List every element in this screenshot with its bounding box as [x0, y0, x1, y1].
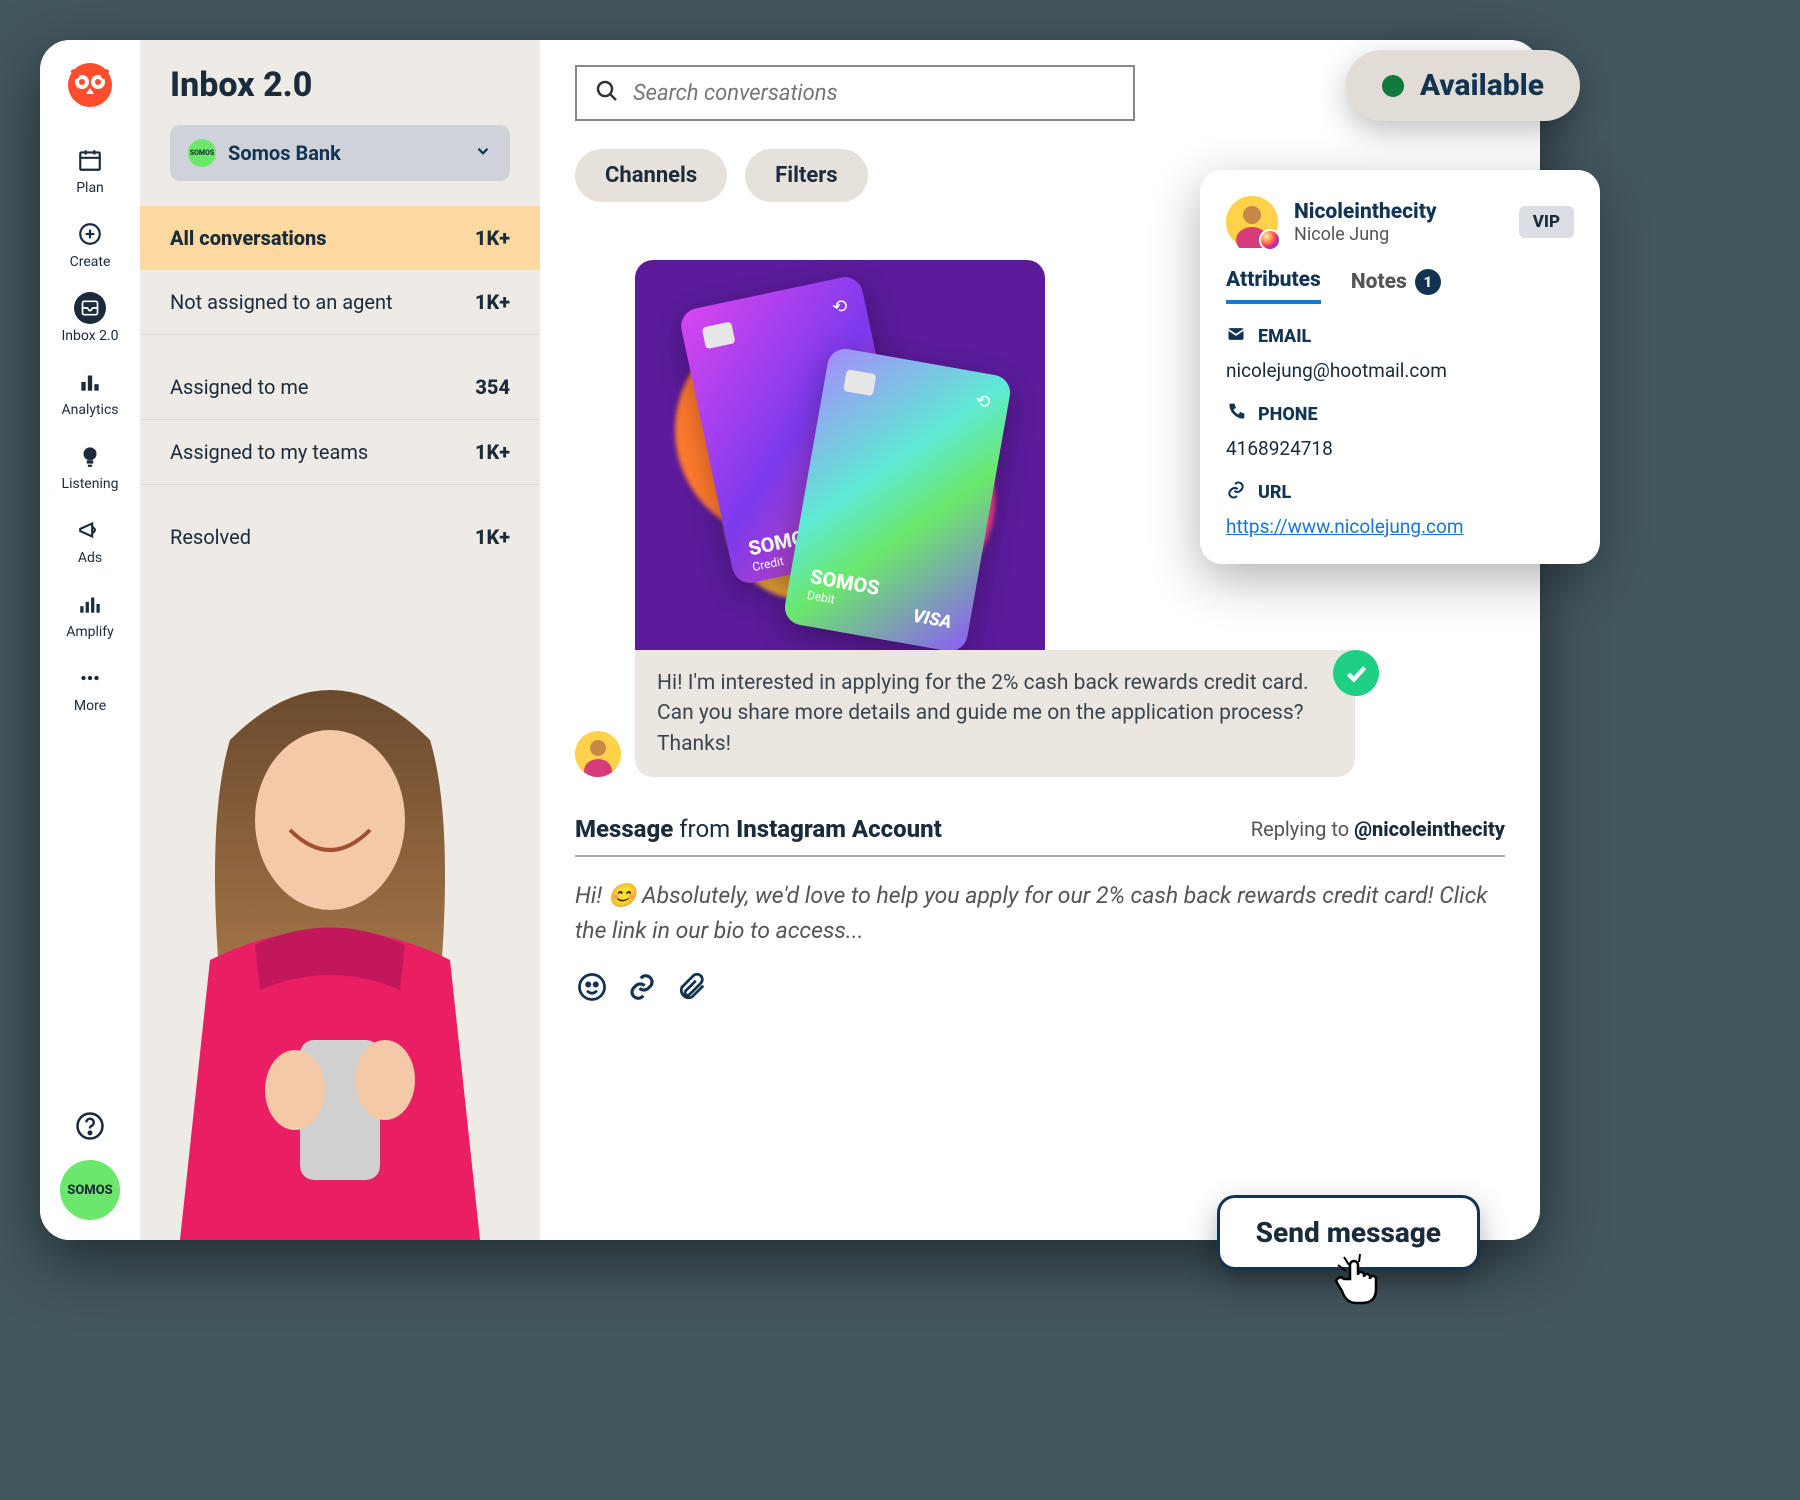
workspace-avatar[interactable]: SOMOS — [60, 1160, 120, 1220]
dots-icon — [74, 662, 106, 694]
channels-pill[interactable]: Channels — [575, 149, 727, 202]
attachment-icon[interactable] — [675, 970, 709, 1004]
app-frame: Plan Create Inbox 2.0 Analytics Listenin… — [40, 40, 1540, 1240]
filters-pill[interactable]: Filters — [745, 149, 867, 202]
inbox-filters: All conversations 1K+ Not assigned to an… — [140, 206, 540, 569]
search-icon — [595, 79, 619, 107]
nav-item-more[interactable]: More — [40, 654, 140, 722]
filter-count: 1K+ — [475, 226, 510, 250]
tab-attributes[interactable]: Attributes — [1226, 268, 1321, 304]
nav-label: Amplify — [66, 624, 114, 640]
reply-draft[interactable]: Hi! 😊 Absolutely, we'd love to help you … — [575, 879, 1505, 948]
link-field-icon — [1226, 480, 1246, 505]
availability-label: Available — [1420, 68, 1544, 103]
tab-notes[interactable]: Notes 1 — [1351, 269, 1441, 303]
contact-handle: Nicoleinthecity — [1294, 200, 1503, 224]
filter-count: 1K+ — [475, 525, 510, 549]
contact-name: Nicole Jung — [1294, 224, 1503, 245]
cursor-hand-icon — [1330, 1251, 1390, 1315]
filter-count: 1K+ — [475, 440, 510, 464]
help-icon[interactable] — [72, 1108, 108, 1144]
nav-item-create[interactable]: Create — [40, 210, 140, 278]
filter-all-conversations[interactable]: All conversations 1K+ — [140, 206, 540, 270]
bulb-icon — [74, 440, 106, 472]
inbox-panel: Inbox 2.0 SOMOS Somos Bank All conversat… — [140, 40, 540, 1240]
inbox-title: Inbox 2.0 — [140, 65, 540, 125]
phone-label: PHONE — [1258, 404, 1318, 425]
phone-icon — [1226, 402, 1246, 427]
link-icon[interactable] — [625, 970, 659, 1004]
availability-status[interactable]: Available — [1346, 50, 1580, 121]
filter-assigned-teams[interactable]: Assigned to my teams 1K+ — [140, 420, 540, 485]
nav-label: Inbox 2.0 — [61, 328, 118, 344]
signal-icon — [74, 588, 106, 620]
workspace-badge-icon: SOMOS — [188, 139, 216, 167]
status-dot-icon — [1382, 75, 1404, 97]
contact-phone: 4168924718 — [1226, 437, 1574, 460]
nav-label: Analytics — [61, 402, 118, 418]
contact-email: nicolejung@hootmail.com — [1226, 359, 1574, 382]
vip-badge: VIP — [1519, 206, 1574, 238]
message-text: Hi! I'm interested in applying for the 2… — [635, 650, 1355, 777]
filter-label: Assigned to me — [170, 375, 309, 399]
sender-avatar[interactable] — [575, 731, 621, 777]
bar-chart-icon — [74, 366, 106, 398]
workspace-name: Somos Bank — [228, 141, 462, 165]
nav-item-analytics[interactable]: Analytics — [40, 358, 140, 426]
read-check-icon — [1333, 650, 1379, 696]
composer-toolbar — [575, 970, 1505, 1004]
emoji-icon[interactable] — [575, 970, 609, 1004]
nav-label: Ads — [78, 550, 102, 566]
nav-item-amplify[interactable]: Amplify — [40, 580, 140, 648]
inbox-icon — [74, 292, 106, 324]
filter-label: Resolved — [170, 525, 251, 549]
nav-item-ads[interactable]: Ads — [40, 506, 140, 574]
nav-label: Create — [70, 254, 111, 270]
chevron-down-icon — [474, 142, 492, 164]
search-input[interactable] — [633, 81, 1115, 106]
filter-label: Assigned to my teams — [170, 440, 368, 464]
email-icon — [1226, 324, 1246, 349]
filter-label: Not assigned to an agent — [170, 290, 393, 314]
filter-count: 354 — [475, 375, 510, 399]
url-label: URL — [1258, 482, 1291, 503]
reply-header: Message from Instagram Account Replying … — [575, 815, 1505, 857]
plus-circle-icon — [74, 218, 106, 250]
filter-assigned-me[interactable]: Assigned to me 354 — [140, 355, 540, 420]
filter-count: 1K+ — [475, 290, 510, 314]
filter-label: All conversations — [170, 226, 327, 250]
nav-rail: Plan Create Inbox 2.0 Analytics Listenin… — [40, 40, 140, 1240]
calendar-icon — [74, 144, 106, 176]
email-label: EMAIL — [1258, 326, 1311, 347]
megaphone-icon — [74, 514, 106, 546]
notes-count-badge: 1 — [1415, 269, 1441, 295]
instagram-badge-icon — [1259, 229, 1281, 251]
message-attachment-image[interactable]: ⟲ SOMOS Credit ⟲ SOMOS Debit VISA — [635, 260, 1045, 650]
filter-resolved[interactable]: Resolved 1K+ — [140, 505, 540, 569]
nav-item-listening[interactable]: Listening — [40, 432, 140, 500]
filter-not-assigned[interactable]: Not assigned to an agent 1K+ — [140, 270, 540, 335]
contact-avatar[interactable] — [1226, 196, 1278, 248]
nav-item-inbox[interactable]: Inbox 2.0 — [40, 284, 140, 352]
nav-label: Plan — [76, 180, 104, 196]
contact-card: Nicoleinthecity Nicole Jung VIP Attribut… — [1200, 170, 1600, 564]
search-bar[interactable] — [575, 65, 1135, 121]
nav-label: More — [74, 698, 106, 714]
workspace-selector[interactable]: SOMOS Somos Bank — [170, 125, 510, 181]
owl-logo — [60, 60, 120, 120]
nav-label: Listening — [62, 476, 119, 492]
nav-item-plan[interactable]: Plan — [40, 136, 140, 204]
contact-url[interactable]: https://www.nicolejung.com — [1226, 515, 1464, 538]
